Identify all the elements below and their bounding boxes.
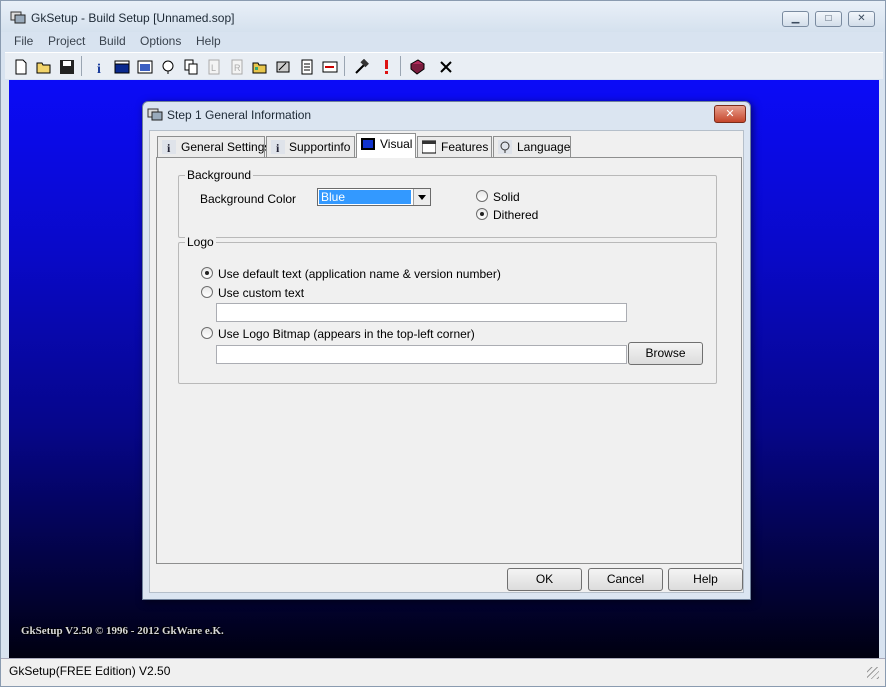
help-button[interactable]: Help bbox=[668, 568, 743, 591]
save-icon[interactable] bbox=[55, 55, 77, 77]
svg-text:L: L bbox=[211, 63, 216, 73]
browse-button[interactable]: Browse bbox=[628, 342, 703, 365]
logo-legend: Logo bbox=[185, 235, 216, 249]
window-icon[interactable] bbox=[110, 55, 132, 77]
tab-label: Language bbox=[517, 140, 571, 154]
window-title: GkSetup - Build Setup [Unnamed.sop] bbox=[31, 11, 235, 25]
logo-bitmap-radio[interactable] bbox=[201, 327, 213, 339]
logo-bitmap-path-input[interactable] bbox=[216, 345, 627, 364]
settings-window-icon[interactable] bbox=[133, 55, 155, 77]
info-icon[interactable]: i bbox=[87, 55, 109, 77]
step1-dialog: Step 1 General Information ✕ i General S… bbox=[142, 101, 751, 600]
help-book-icon[interactable] bbox=[405, 55, 427, 77]
logo-bitmap-label[interactable]: Use Logo Bitmap (appears in the top-left… bbox=[218, 327, 475, 341]
background-color-select[interactable]: Blue bbox=[317, 188, 431, 206]
visual-tab-panel: Background Background Color Blue Solid D… bbox=[156, 157, 742, 564]
toolbar-separator bbox=[81, 56, 82, 76]
svg-text:R: R bbox=[234, 63, 241, 73]
logo-group: Logo Use default text (application name … bbox=[178, 235, 717, 384]
svg-text:i: i bbox=[97, 62, 101, 75]
dithered-label[interactable]: Dithered bbox=[493, 208, 538, 222]
menu-file[interactable]: File bbox=[14, 34, 33, 48]
close-button[interactable]: ✕ bbox=[848, 11, 875, 27]
custom-text-label[interactable]: Use custom text bbox=[218, 286, 304, 300]
tab-label: Supportinfo bbox=[289, 140, 351, 154]
shortcut-icon[interactable] bbox=[318, 55, 340, 77]
toolbar-separator bbox=[400, 56, 401, 76]
chevron-down-icon[interactable] bbox=[413, 189, 430, 205]
menu-build[interactable]: Build bbox=[99, 34, 126, 48]
maximize-button[interactable]: □ bbox=[815, 11, 842, 27]
title-bar[interactable]: GkSetup - Build Setup [Unnamed.sop] ▁ □ … bbox=[1, 1, 885, 32]
background-color-label: Background Color bbox=[200, 192, 297, 206]
wizard-icon[interactable] bbox=[271, 55, 293, 77]
tab-features[interactable]: Features bbox=[417, 136, 492, 157]
info-icon: i bbox=[271, 140, 285, 154]
dialog-close-button[interactable]: ✕ bbox=[714, 105, 746, 123]
minimize-button[interactable]: ▁ bbox=[782, 11, 809, 27]
copyright-text: GkSetup V2.50 © 1996 - 2012 GkWare e.K. bbox=[21, 625, 224, 637]
tab-label: General Settings bbox=[181, 140, 271, 154]
solid-radio[interactable] bbox=[476, 190, 488, 202]
background-color-value: Blue bbox=[319, 190, 411, 204]
menu-options[interactable]: Options bbox=[140, 34, 181, 48]
exit-x-icon[interactable] bbox=[434, 55, 456, 77]
window-icon bbox=[422, 140, 436, 154]
menu-help[interactable]: Help bbox=[196, 34, 221, 48]
screen-icon bbox=[361, 138, 375, 150]
copy-icon[interactable] bbox=[179, 55, 201, 77]
tab-visual[interactable]: Visual bbox=[356, 133, 416, 158]
status-bar: GkSetup(FREE Edition) V2.50 bbox=[1, 658, 885, 686]
script-icon[interactable] bbox=[295, 55, 317, 77]
build-hammer-icon[interactable] bbox=[349, 55, 371, 77]
new-file-icon[interactable] bbox=[9, 55, 31, 77]
background-legend: Background bbox=[185, 168, 254, 182]
run-exclamation-icon[interactable] bbox=[374, 55, 396, 77]
custom-text-input[interactable] bbox=[216, 303, 627, 322]
app-icon bbox=[10, 11, 26, 24]
default-text-label[interactable]: Use default text (application name & ver… bbox=[218, 267, 501, 281]
cancel-button[interactable]: Cancel bbox=[588, 568, 663, 591]
tab-label: Features bbox=[441, 140, 489, 154]
info-icon: i bbox=[162, 140, 176, 154]
dithered-radio[interactable] bbox=[476, 208, 488, 220]
tab-label: Visual bbox=[380, 137, 413, 151]
tab-supportinfo[interactable]: i Supportinfo bbox=[266, 136, 355, 157]
app-icon bbox=[147, 108, 163, 121]
folder-icon[interactable] bbox=[248, 55, 270, 77]
toolbar-separator bbox=[344, 56, 345, 76]
status-text: GkSetup(FREE Edition) V2.50 bbox=[9, 664, 171, 678]
menu-bar: File Project Build Options Help bbox=[1, 32, 885, 51]
solid-label[interactable]: Solid bbox=[493, 190, 520, 204]
resize-grip[interactable] bbox=[867, 667, 879, 679]
dialog-title: Step 1 General Information bbox=[167, 108, 312, 122]
language-icon[interactable] bbox=[156, 55, 178, 77]
default-text-radio[interactable] bbox=[201, 267, 213, 279]
menu-project[interactable]: Project bbox=[48, 34, 85, 48]
tab-language[interactable]: Language bbox=[493, 136, 571, 157]
license-icon[interactable]: L bbox=[202, 55, 224, 77]
tab-general-settings[interactable]: i General Settings bbox=[157, 136, 270, 157]
open-folder-icon[interactable] bbox=[32, 55, 54, 77]
toolbar: i L R bbox=[5, 52, 883, 79]
background-group: Background Background Color Blue Solid D… bbox=[178, 168, 717, 238]
language-icon bbox=[498, 140, 512, 154]
ok-button[interactable]: OK bbox=[507, 568, 582, 591]
custom-text-radio[interactable] bbox=[201, 286, 213, 298]
dialog-body: i General Settings i Supportinfo Visual … bbox=[149, 130, 744, 593]
readme-icon[interactable]: R bbox=[225, 55, 247, 77]
